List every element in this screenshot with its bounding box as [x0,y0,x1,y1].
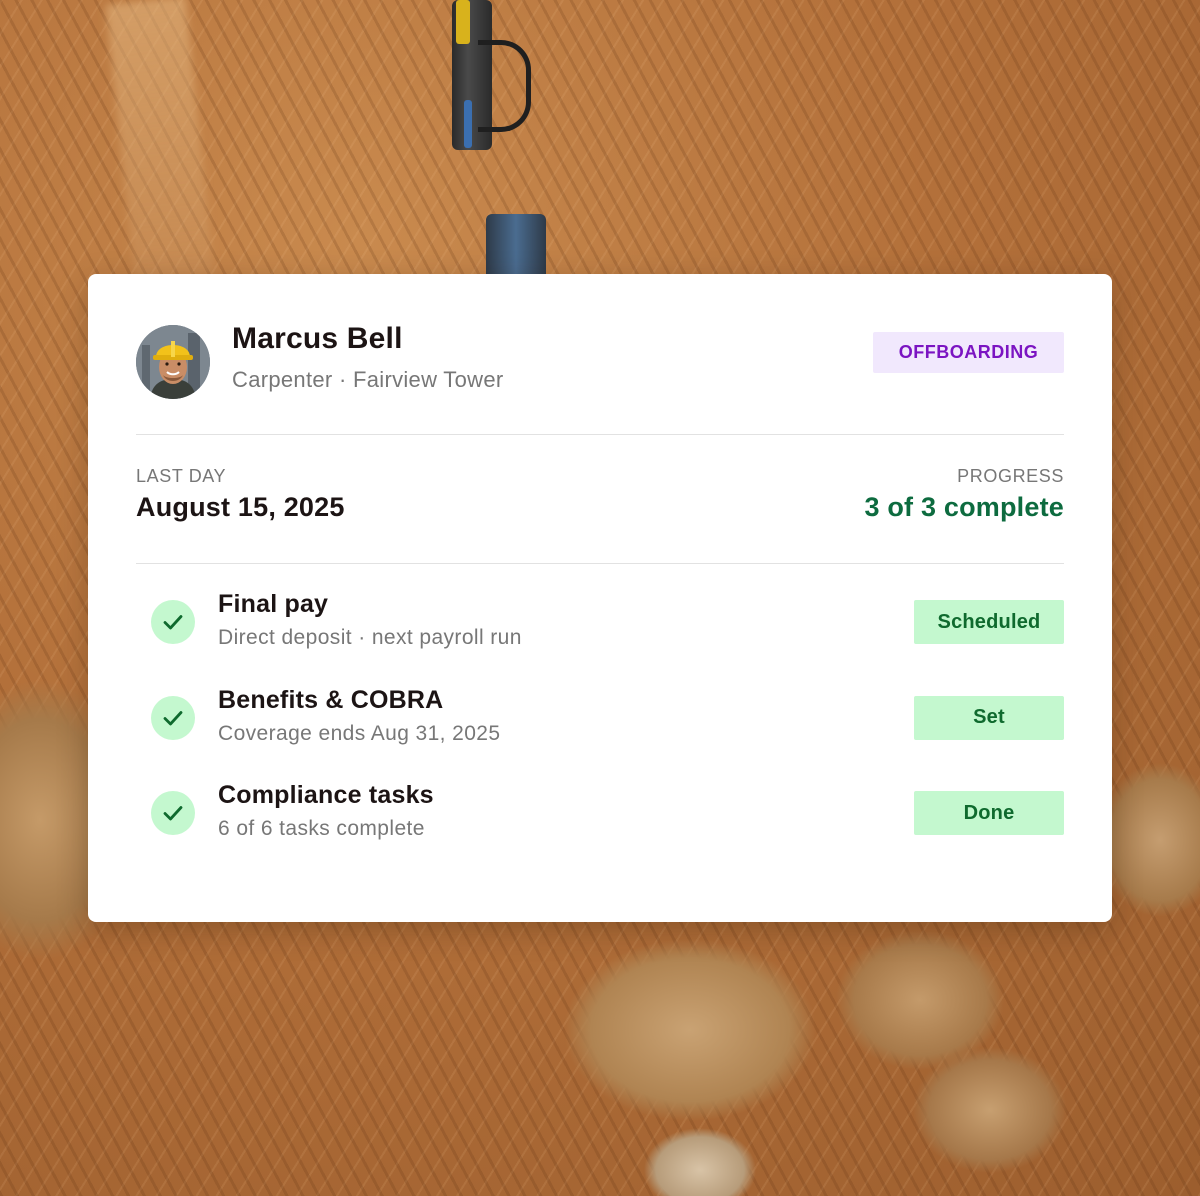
excavator-tip [464,100,472,148]
task-title: Final pay [218,590,329,618]
employee-name: Marcus Bell [232,322,403,355]
task-title: Compliance tasks [218,781,434,809]
avatar [136,325,210,399]
task-subtitle: Direct deposit · next payroll run [218,626,522,649]
task-row: Benefits & COBRA Coverage ends Aug 31, 2… [136,686,1064,782]
status-chip-done: Done [914,791,1064,835]
progress-label: PROGRESS [957,466,1064,486]
check-icon [151,791,195,835]
task-list: Final pay Direct deposit · next payroll … [136,590,1064,877]
employee-role-location: Carpenter · Fairview Tower [232,367,504,392]
status-chip-scheduled: Scheduled [914,600,1064,644]
last-day-label: LAST DAY [136,466,227,486]
offboarding-card: Marcus Bell Carpenter · Fairview Tower O… [88,274,1112,922]
task-subtitle: 6 of 6 tasks complete [218,817,425,840]
excavator-base [486,214,546,276]
check-icon [151,695,195,740]
divider [136,434,1064,435]
task-row: Final pay Direct deposit · next payroll … [136,590,1064,686]
excavator-hose [478,40,531,132]
task-subtitle: Coverage ends Aug 31, 2025 [218,721,501,745]
progress-value: 3 of 3 complete [864,492,1064,522]
status-badge: OFFBOARDING [873,332,1064,373]
status-chip-set: Set [914,695,1064,740]
task-row: Compliance tasks 6 of 6 tasks complete D… [136,781,1064,877]
check-icon [151,600,195,644]
divider [136,563,1064,564]
last-day-value: August 15, 2025 [136,492,345,522]
task-title: Benefits & COBRA [218,685,444,714]
worker-portrait-icon [136,325,210,399]
